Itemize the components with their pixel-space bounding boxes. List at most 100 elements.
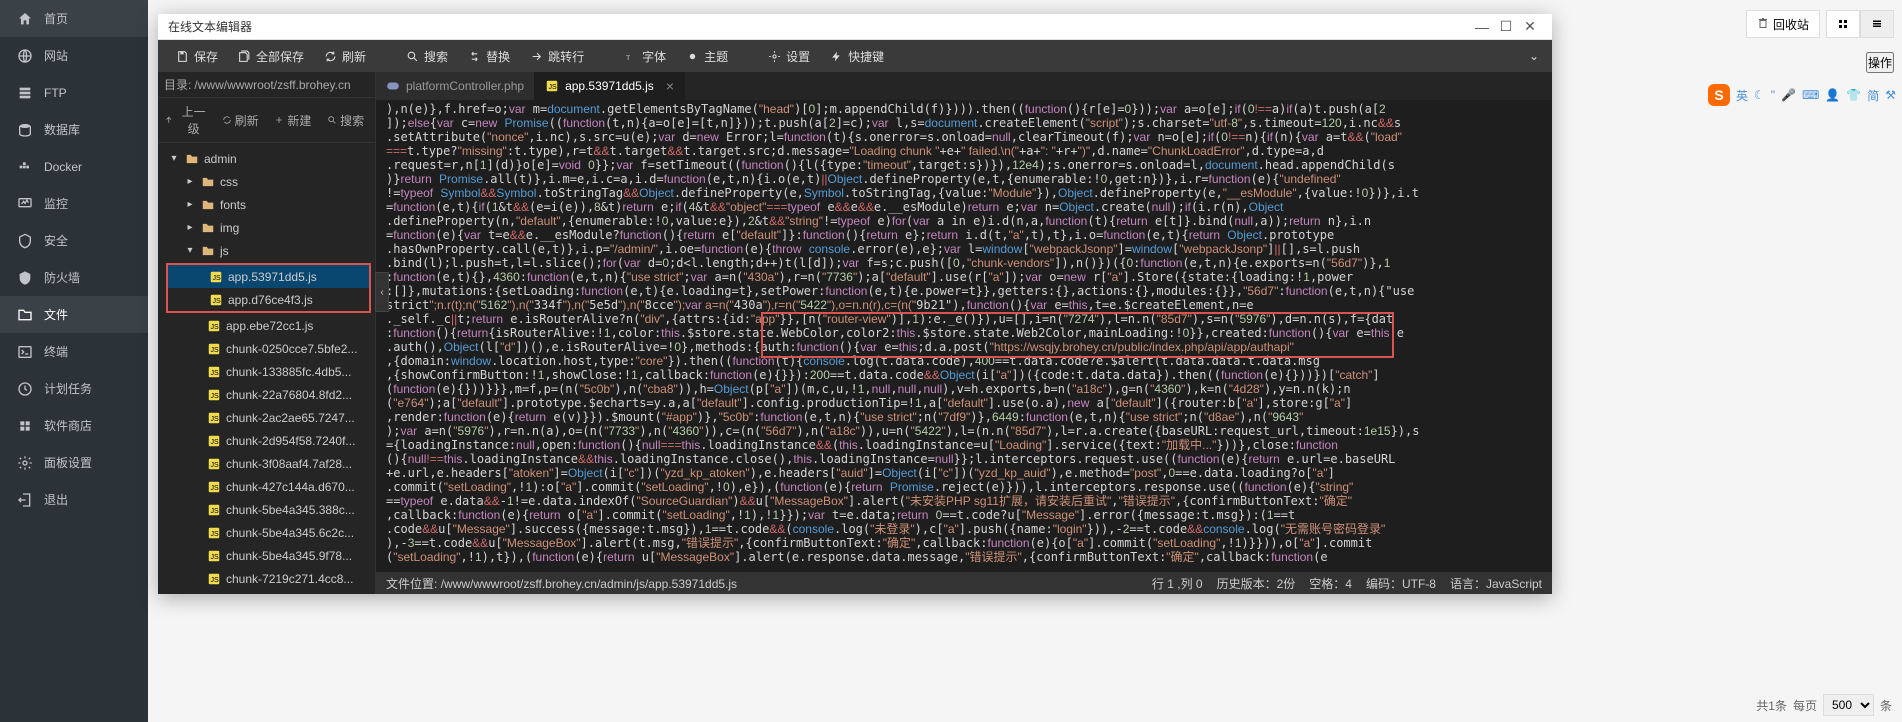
sidebar-item-ftp[interactable]: FTP: [0, 74, 148, 111]
search-mini-button[interactable]: 搜索: [320, 100, 371, 140]
up-button[interactable]: 上一级: [162, 100, 213, 140]
save-button[interactable]: 保存: [166, 40, 228, 72]
tree-file[interactable]: JSchunk-ab8d0cce.9bc9...: [158, 590, 375, 594]
settings-button[interactable]: 设置: [758, 40, 820, 72]
sidebar-item-database[interactable]: 数据库: [0, 111, 148, 148]
tree-file[interactable]: JSchunk-427c144a.d670...: [158, 475, 375, 498]
language-indicator[interactable]: 语言：JavaScript: [1450, 575, 1542, 592]
sidebar-item-docker[interactable]: Docker: [0, 148, 148, 185]
maximize-button[interactable]: ☐: [1494, 18, 1518, 35]
sidebar-item-website[interactable]: 网站: [0, 37, 148, 74]
tree-file[interactable]: JSchunk-5be4a345.388c...: [158, 498, 375, 521]
folder-icon: [201, 244, 215, 258]
js-file-icon: JS: [207, 480, 221, 494]
tree-folder-admin[interactable]: ▾admin: [158, 147, 375, 170]
tree-folder-js[interactable]: ▾js: [158, 239, 375, 262]
trash-icon: [1757, 17, 1769, 32]
view-list-button[interactable]: [1860, 10, 1894, 38]
tree-file[interactable]: JSapp.53971dd5.js: [168, 265, 369, 288]
panel-collapse-button[interactable]: ‹: [375, 272, 389, 312]
skin-icon[interactable]: 👕: [1846, 88, 1861, 102]
tools-icon[interactable]: ⚒: [1885, 88, 1896, 102]
tree-folder-css[interactable]: ▸css: [158, 170, 375, 193]
file-name: chunk-7219c271.4cc8...: [226, 572, 353, 586]
button-label: 全部保存: [256, 48, 304, 65]
view-grid-button[interactable]: [1826, 10, 1860, 38]
status-bar: 文件位置: /www/wwwroot/zsff.brohey.cn/admin/…: [376, 572, 1552, 594]
sidebar-item-exit[interactable]: 退出: [0, 481, 148, 518]
svg-text:JS: JS: [211, 438, 220, 445]
tree-file[interactable]: JSapp.ebe72cc1.js: [158, 314, 375, 337]
sidebar-item-security[interactable]: 安全: [0, 222, 148, 259]
mic-icon[interactable]: 🎤: [1781, 88, 1796, 102]
tree-file[interactable]: JSchunk-133885fc.4db5...: [158, 360, 375, 383]
sidebar-item-settings[interactable]: 面板设置: [0, 444, 148, 481]
button-label: 操作: [1868, 56, 1892, 70]
sidebar-item-monitor[interactable]: 监控: [0, 185, 148, 222]
folder-icon: [201, 221, 215, 235]
sidebar-item-label: 面板设置: [44, 454, 92, 471]
ime-lang-indicator[interactable]: 英: [1736, 87, 1748, 104]
svg-text:JS: JS: [211, 484, 220, 491]
file-tree[interactable]: ▾admin ▸css ▸fonts ▸img ▾js JSapp.53971d…: [158, 143, 375, 594]
tree-file[interactable]: JSchunk-0250cce7.5bfe2...: [158, 337, 375, 360]
tree-file[interactable]: JSchunk-22a76804.8fd2...: [158, 383, 375, 406]
tree-file[interactable]: JSchunk-5be4a345.6c2c...: [158, 521, 375, 544]
goto-button[interactable]: 跳转行: [520, 40, 594, 72]
sidebar-item-firewall[interactable]: 防火墙: [0, 259, 148, 296]
font-button[interactable]: T字体: [614, 40, 676, 72]
moon-icon[interactable]: ☾: [1754, 88, 1765, 102]
ime-overlay: S 英 ☾ " 🎤 ⌨ 👤 👕 简 ⚒: [1708, 84, 1896, 106]
save-all-button[interactable]: 全部保存: [228, 40, 314, 72]
tree-folder-img[interactable]: ▸img: [158, 216, 375, 239]
search-button[interactable]: 搜索: [396, 40, 458, 72]
tab-php[interactable]: platformController.php: [376, 72, 535, 100]
code-area[interactable]: ),n(e)},f.href=o;var m=document.getEleme…: [376, 100, 1552, 572]
refresh-mini-button[interactable]: 刷新: [215, 100, 266, 140]
shortcut-button[interactable]: 快捷键: [820, 40, 894, 72]
tree-file[interactable]: JSchunk-2d954f58.7240f...: [158, 429, 375, 452]
sidebar-item-terminal[interactable]: 终端: [0, 333, 148, 370]
sidebar-item-store[interactable]: 软件商店: [0, 407, 148, 444]
file-location: 文件位置: /www/wwwroot/zsff.brohey.cn/admin/…: [386, 575, 737, 592]
keyboard-icon[interactable]: ⌨: [1802, 88, 1819, 102]
js-file-icon: JS: [207, 319, 221, 333]
close-button[interactable]: ✕: [1518, 18, 1542, 35]
expand-icon: ▾: [168, 153, 180, 164]
sidebar-item-cron[interactable]: 计划任务: [0, 370, 148, 407]
sidebar-item-home[interactable]: 首页: [0, 0, 148, 37]
simplified-icon[interactable]: 简: [1867, 87, 1879, 104]
comma-icon[interactable]: ": [1771, 88, 1775, 102]
tab-close-button[interactable]: ×: [666, 78, 674, 94]
refresh-button[interactable]: 刷新: [314, 40, 376, 72]
editor-toolbar: 保存 全部保存 刷新 搜索 替换 跳转行 T字体 主题 设置 快捷键 ⌄: [158, 40, 1552, 72]
tree-file[interactable]: JSchunk-7219c271.4cc8...: [158, 567, 375, 590]
button-label: 跳转行: [548, 48, 584, 65]
spaces-indicator[interactable]: 空格：4: [1309, 575, 1352, 592]
sogou-logo-icon[interactable]: S: [1708, 84, 1730, 106]
person-icon[interactable]: 👤: [1825, 88, 1840, 102]
tree-file[interactable]: JSapp.d76ce4f3.js: [168, 288, 369, 311]
theme-button[interactable]: 主题: [676, 40, 738, 72]
replace-button[interactable]: 替换: [458, 40, 520, 72]
code-content: ),n(e)},f.href=o;var m=document.getEleme…: [386, 102, 1542, 564]
encoding-indicator[interactable]: 编码：UTF-8: [1366, 575, 1436, 592]
cursor-position[interactable]: 行 1 ,列 0: [1152, 575, 1203, 592]
minimize-button[interactable]: —: [1470, 19, 1494, 35]
sidebar-item-files[interactable]: 文件: [0, 296, 148, 333]
tree-file[interactable]: JSchunk-3f08aaf4.7af28...: [158, 452, 375, 475]
new-button[interactable]: 新建: [268, 100, 319, 140]
store-icon: [16, 417, 34, 435]
js-file-icon: JS: [207, 342, 221, 356]
tree-file[interactable]: JSchunk-5be4a345.9f78...: [158, 544, 375, 567]
svg-text:JS: JS: [211, 415, 220, 422]
chevron-down-icon[interactable]: ⌄: [1524, 49, 1544, 63]
tree-folder-fonts[interactable]: ▸fonts: [158, 193, 375, 216]
sidebar-item-label: 防火墙: [44, 269, 80, 286]
per-page-select[interactable]: 500: [1823, 694, 1874, 716]
tab-js[interactable]: JS app.53971dd5.js ×: [535, 72, 685, 100]
operate-button[interactable]: 操作: [1866, 52, 1894, 73]
recycle-button[interactable]: 回收站: [1746, 10, 1820, 38]
tree-file[interactable]: JSchunk-2ac2ae65.7247...: [158, 406, 375, 429]
history-version[interactable]: 历史版本：2份: [1217, 575, 1296, 592]
